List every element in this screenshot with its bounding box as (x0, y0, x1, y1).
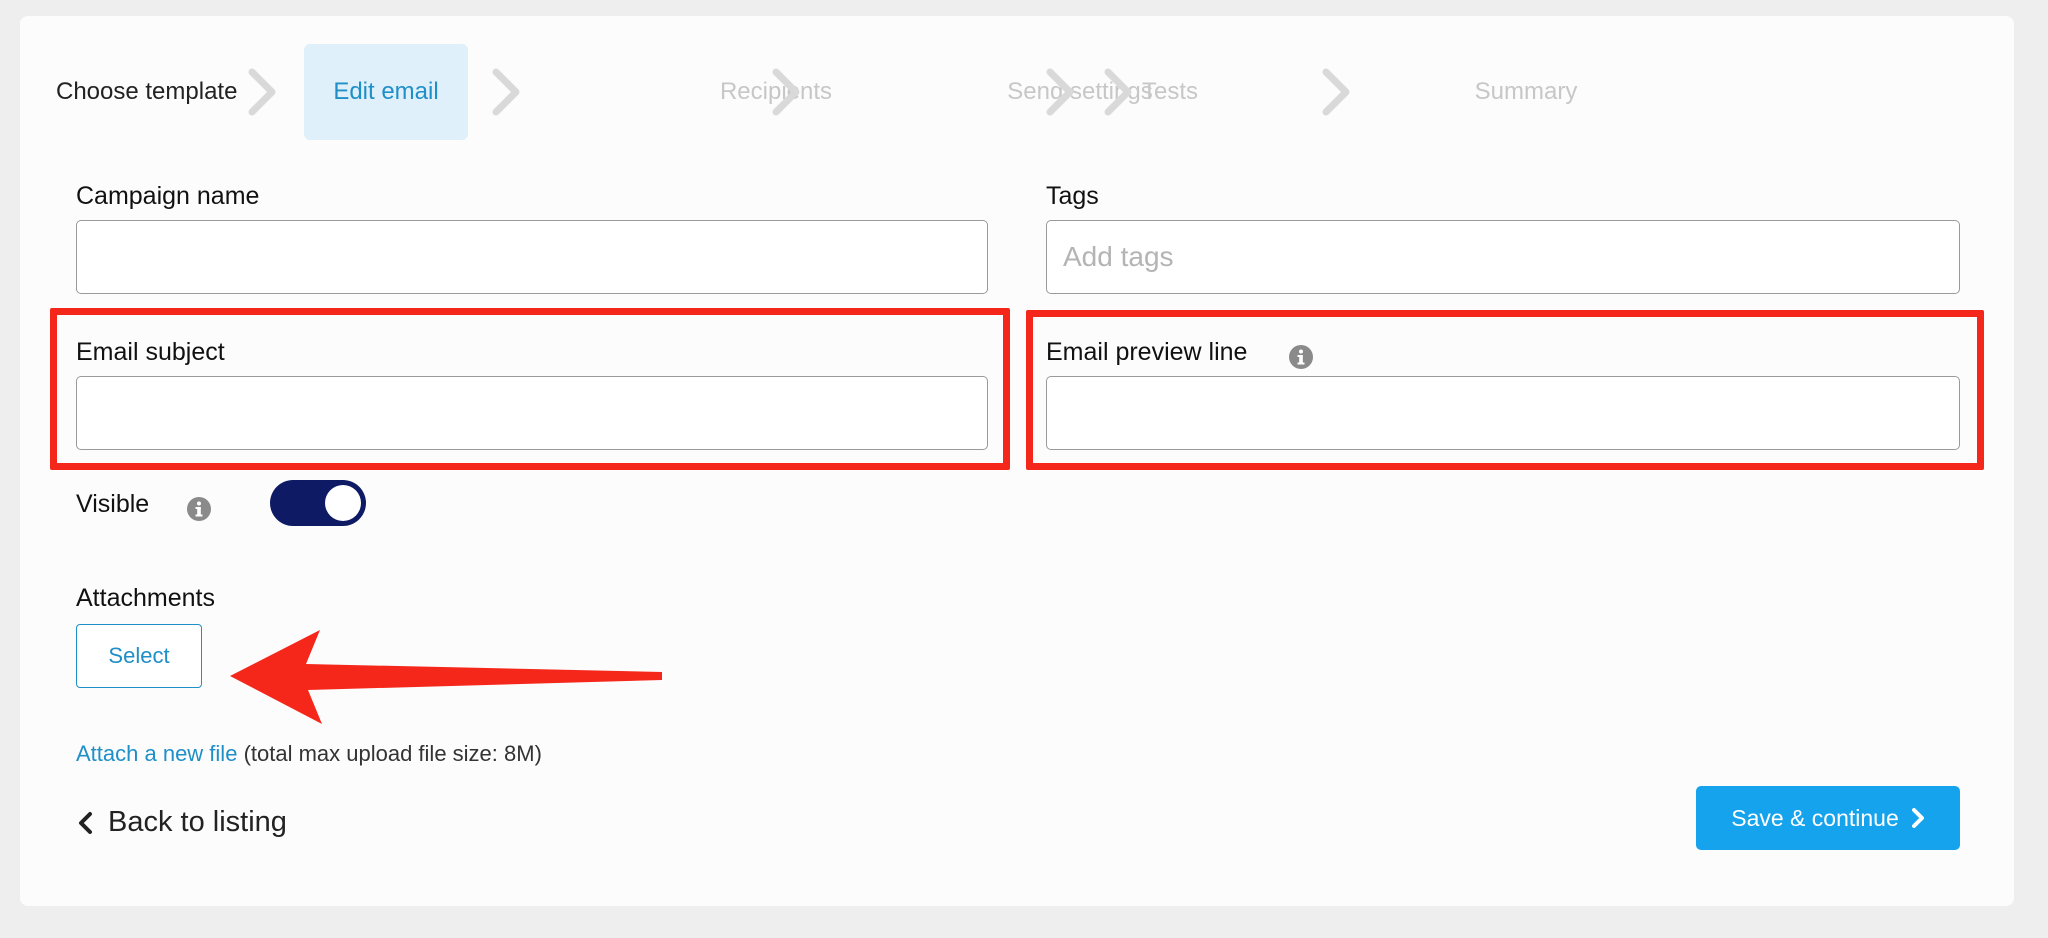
annotation-highlight-subject (50, 308, 1010, 470)
info-icon[interactable] (186, 496, 212, 522)
chevron-right-icon (492, 68, 520, 116)
attach-file-line: Attach a new file (total max upload file… (76, 741, 542, 767)
attachments-label: Attachments (76, 584, 215, 612)
back-to-listing-label: Back to listing (108, 806, 287, 838)
annotation-arrow-icon (230, 630, 662, 724)
save-and-continue-button[interactable]: Save & continue (1696, 786, 1960, 850)
attach-size-note: (total max upload file size: 8M) (243, 741, 542, 766)
save-and-continue-label: Save & continue (1731, 804, 1899, 831)
chevron-right-icon (1104, 68, 1132, 116)
visible-label: Visible (76, 490, 150, 518)
step-label: Edit email (333, 78, 439, 105)
toggle-knob (325, 485, 361, 521)
chevron-left-icon (79, 811, 92, 834)
back-to-listing-link[interactable]: Back to listing (76, 806, 287, 839)
visible-toggle[interactable] (270, 480, 366, 526)
select-attachment-button[interactable]: Select (76, 624, 202, 688)
step-summary[interactable]: Summary (1452, 44, 1600, 140)
tags-label: Tags (1046, 182, 1099, 210)
chevron-right-icon (248, 68, 276, 116)
step-choose-template[interactable]: Choose template (56, 44, 237, 140)
step-label: Tests (1141, 78, 1198, 105)
tags-input[interactable] (1046, 220, 1960, 294)
annotation-highlight-preview-line (1026, 310, 1984, 470)
chevron-right-icon (772, 68, 800, 116)
campaign-name-label: Campaign name (76, 182, 260, 210)
chevron-right-icon (1046, 68, 1074, 116)
step-edit-email[interactable]: Edit email (304, 44, 468, 140)
campaign-editor-card: Choose template Edit email Recipients Se… (20, 16, 2014, 906)
step-label: Choose template (56, 78, 238, 105)
step-label: Summary (1474, 78, 1578, 105)
campaign-name-input[interactable] (76, 220, 988, 294)
chevron-right-icon (1322, 68, 1350, 116)
chevron-right-icon (1911, 808, 1924, 828)
attach-new-file-link[interactable]: Attach a new file (76, 741, 237, 766)
